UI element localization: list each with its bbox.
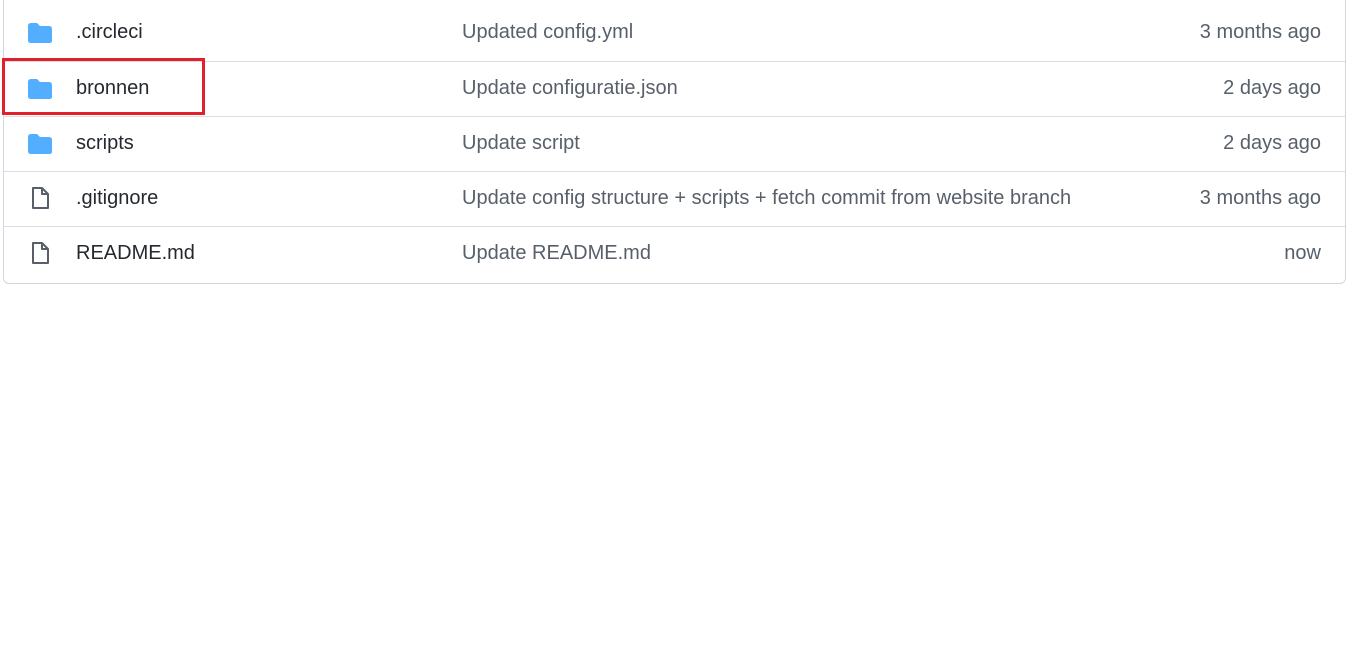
file-list: .circleci Updated config.yml 3 months ag… (3, 0, 1346, 284)
commit-message-link[interactable]: Update script (462, 132, 580, 155)
file-row[interactable]: README.md Update README.md now (4, 226, 1345, 281)
file-icon (27, 242, 53, 265)
folder-icon (27, 22, 53, 44)
commit-message-link[interactable]: Updated config.yml (462, 21, 633, 44)
commit-age: 2 days ago (1223, 132, 1321, 154)
folder-icon (27, 133, 53, 155)
file-row[interactable]: bronnen Update configuratie.json 2 days … (4, 61, 1345, 116)
commit-message-link[interactable]: Update README.md (462, 242, 651, 265)
commit-age: 3 months ago (1199, 187, 1321, 209)
commit-age: 2 days ago (1223, 77, 1321, 99)
folder-icon (27, 78, 53, 100)
commit-message-link[interactable]: Update config structure + scripts + fetc… (462, 187, 1071, 210)
commit-age: 3 months ago (1199, 21, 1321, 43)
commit-message-link[interactable]: Update configuratie.json (462, 77, 678, 100)
file-name-link[interactable]: bronnen (76, 77, 149, 100)
commit-age: now (1284, 242, 1321, 264)
file-name-link[interactable]: .gitignore (76, 187, 158, 210)
file-row[interactable]: scripts Update script 2 days ago (4, 116, 1345, 171)
file-name-link[interactable]: scripts (76, 132, 134, 155)
file-name-link[interactable]: README.md (76, 242, 195, 265)
file-row[interactable]: .circleci Updated config.yml 3 months ag… (4, 6, 1345, 61)
file-row[interactable]: .gitignore Update config structure + scr… (4, 171, 1345, 226)
file-icon (27, 187, 53, 210)
file-name-link[interactable]: .circleci (76, 21, 143, 44)
